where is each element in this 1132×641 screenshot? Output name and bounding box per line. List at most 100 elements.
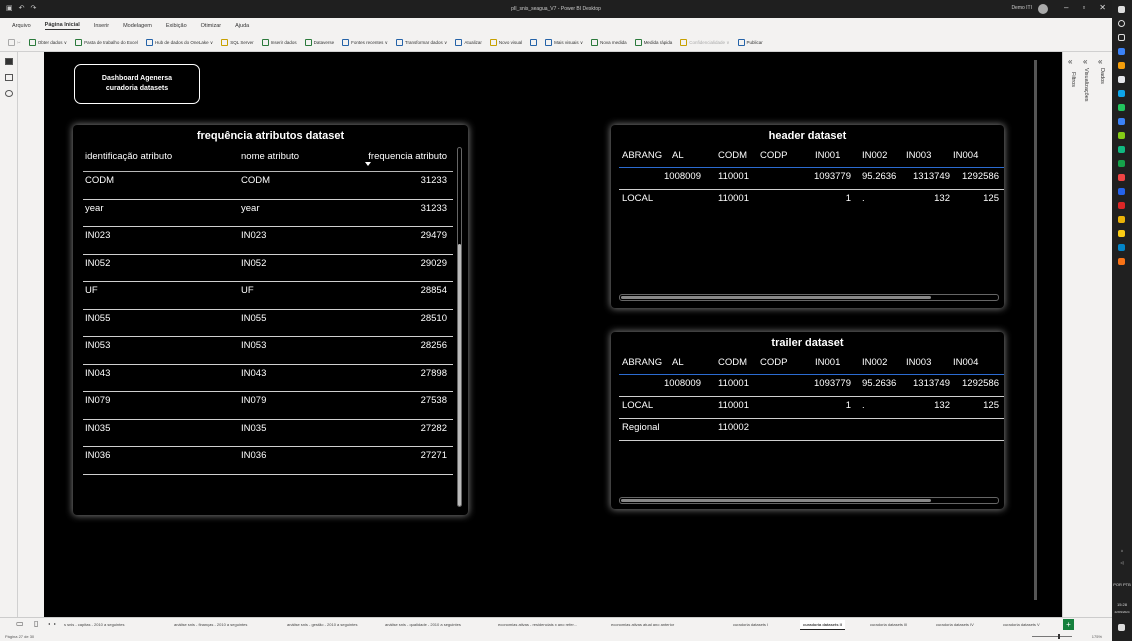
column-header-codm[interactable]: CODM [718,357,747,368]
table-row[interactable]: IN055 IN055 28510 [83,310,453,337]
column-header-in004[interactable]: IN004 [953,357,978,368]
novo-visual-button[interactable]: Novo visual [489,39,522,46]
zoom-slider[interactable] [1032,634,1072,639]
column-header-in002[interactable]: IN002 [862,357,887,368]
app-icon[interactable] [1118,188,1125,195]
scroll-thumb[interactable] [621,296,931,299]
freq-vertical-scrollbar[interactable] [457,147,462,507]
table-row[interactable]: 1008009 110001 1093779 95.2636 1313749 129258… [619,375,1004,397]
maximize-button[interactable]: ▫ [1082,3,1085,12]
zoom-slider-knob[interactable] [1058,634,1060,639]
column-header-abrang[interactable]: ABRANG [622,150,662,161]
page-tab[interactable]: análise snis - gestão - 2010 a seguintes [287,620,358,630]
visualizacoes-pane-tab[interactable]: Visualizações [1083,68,1089,102]
app-icon[interactable] [1118,90,1125,97]
header-horizontal-scrollbar[interactable] [619,294,999,301]
onelake-button[interactable]: Hub de dados do OneLake ∨ [145,39,213,46]
table-row[interactable]: CODM CODM 31233 [83,172,453,200]
table-row[interactable]: IN043 IN043 27898 [83,365,453,392]
add-page-button[interactable]: + [1063,619,1074,630]
menu-inserir[interactable]: Inserir [94,23,109,29]
filtros-pane-tab[interactable]: Filtros [1070,72,1076,87]
transformar-dados-button[interactable]: Transformar dados ∨ [395,39,447,46]
table-row[interactable]: IN023 IN023 29479 [83,227,453,255]
search-icon[interactable] [1118,20,1125,27]
model-view-icon[interactable] [5,90,13,97]
medida-rapida-button[interactable]: Medida rápida [634,39,672,46]
table-row[interactable]: IN052 IN052 29029 [83,255,453,282]
sql-server-button[interactable]: SQL Server [221,39,254,46]
power-bi-taskbar-icon[interactable] [1118,216,1125,223]
paste-button[interactable]: ✂ [8,39,21,46]
app-icon[interactable] [1118,48,1125,55]
column-header-frequencia[interactable]: frequencia atributo [368,151,447,162]
collapse-visualizacoes-icon[interactable]: « [1083,57,1087,66]
page-tab[interactable]: curadoria datasets II [800,620,845,630]
column-header-in002[interactable]: IN002 [862,150,887,161]
task-view-icon[interactable] [1118,34,1125,41]
network-icon[interactable]: ⌂ [1113,548,1131,553]
column-header-abrang[interactable]: ABRANG [622,357,662,368]
table-view-icon[interactable] [5,74,13,81]
close-button[interactable]: ✕ [1099,3,1106,12]
header-dataset-visual[interactable]: header dataset ABRANG AL CODM CODP IN001… [611,125,1004,308]
page-view-icon[interactable]: ▭ [16,619,24,628]
volume-icon[interactable]: ◁ [1113,560,1131,565]
zoom-level[interactable]: 175% [1092,634,1102,639]
language-indicator[interactable]: POR PTB [1113,582,1131,587]
trailer-horizontal-scrollbar[interactable] [619,497,999,504]
column-header-codp[interactable]: CODP [760,150,787,161]
collapse-dados-icon[interactable]: « [1098,57,1102,66]
table-row[interactable]: IN036 IN036 27271 [83,447,453,475]
obter-dados-button[interactable]: Obter dados ∨ [28,39,67,46]
page-tab[interactable]: curadoria datasets I [733,620,768,630]
column-header-codm[interactable]: CODM [718,150,747,161]
notifications-icon[interactable] [1118,624,1125,631]
table-row[interactable]: year year 31233 [83,200,453,227]
page-tab[interactable]: economias ativas atual ano anterior [611,620,674,630]
menu-ajuda[interactable]: Ajuda [235,23,249,29]
column-header-in003[interactable]: IN003 [906,150,931,161]
page-tab[interactable]: curadoria datasets V [1003,620,1040,630]
sort-descending-icon[interactable] [365,162,371,166]
nova-medida-button[interactable]: Nova medida [591,39,627,46]
text-box-button[interactable] [530,39,538,46]
avatar[interactable] [1038,4,1048,14]
table-row[interactable]: Regional 110002 [619,419,1004,441]
canvas-vertical-scrollbar[interactable] [1034,60,1037,600]
app-icon[interactable] [1118,230,1125,237]
atualizar-button[interactable]: Atualizar [455,39,482,46]
table-row[interactable]: LOCAL 110001 1. 132 125 [619,397,1004,419]
dashboard-button[interactable]: Dashboard Agenersa curadoria datasets [74,64,200,104]
collapse-filtros-icon[interactable]: « [1068,57,1072,66]
fontes-recentes-button[interactable]: Fontes recentes ∨ [342,39,388,46]
confidencialidade-button[interactable]: Confidencialidade ∨ [680,39,730,46]
menu-otimizar[interactable]: Otimizar [201,23,221,29]
menu-exibicao[interactable]: Exibição [166,23,187,29]
app-icon[interactable] [1118,118,1125,125]
column-header-identificacao[interactable]: identificação atributo [85,151,172,162]
trailer-dataset-visual[interactable]: trailer dataset ABRANG AL CODM CODP IN00… [611,332,1004,509]
column-header-in001[interactable]: IN001 [815,150,840,161]
inserir-dados-button[interactable]: Inserir dados [261,39,297,46]
mais-visuais-button[interactable]: Mais visuais ∨ [545,39,583,46]
scroll-thumb[interactable] [458,244,461,506]
page-tab[interactable]: s snis - capitas - 2010 a seguintes [64,620,124,630]
column-header-al[interactable]: AL [672,150,684,161]
app-icon[interactable] [1118,132,1125,139]
app-icon[interactable] [1118,244,1125,251]
publicar-button[interactable]: Publicar [737,39,763,46]
page-tab[interactable]: análise snis - finanças - 2010 a seguint… [174,620,247,630]
page-tab[interactable]: análise snis - qualidade - 2010 a seguin… [385,620,461,630]
dataverse-button[interactable]: Dataverse [304,39,334,46]
table-row[interactable]: IN053 IN053 28256 [83,337,453,365]
app-icon[interactable] [1118,76,1125,83]
column-header-in001[interactable]: IN001 [815,357,840,368]
windows-start-icon[interactable] [1118,6,1125,13]
folder-icon[interactable] [1118,62,1125,69]
page-list-icon[interactable]: ▯ [34,619,38,628]
menu-arquivo[interactable]: Arquivo [12,23,31,29]
user-name[interactable]: Demo ITI [1011,5,1032,11]
menu-modelagem[interactable]: Modelagem [123,23,152,29]
column-header-al[interactable]: AL [672,357,684,368]
